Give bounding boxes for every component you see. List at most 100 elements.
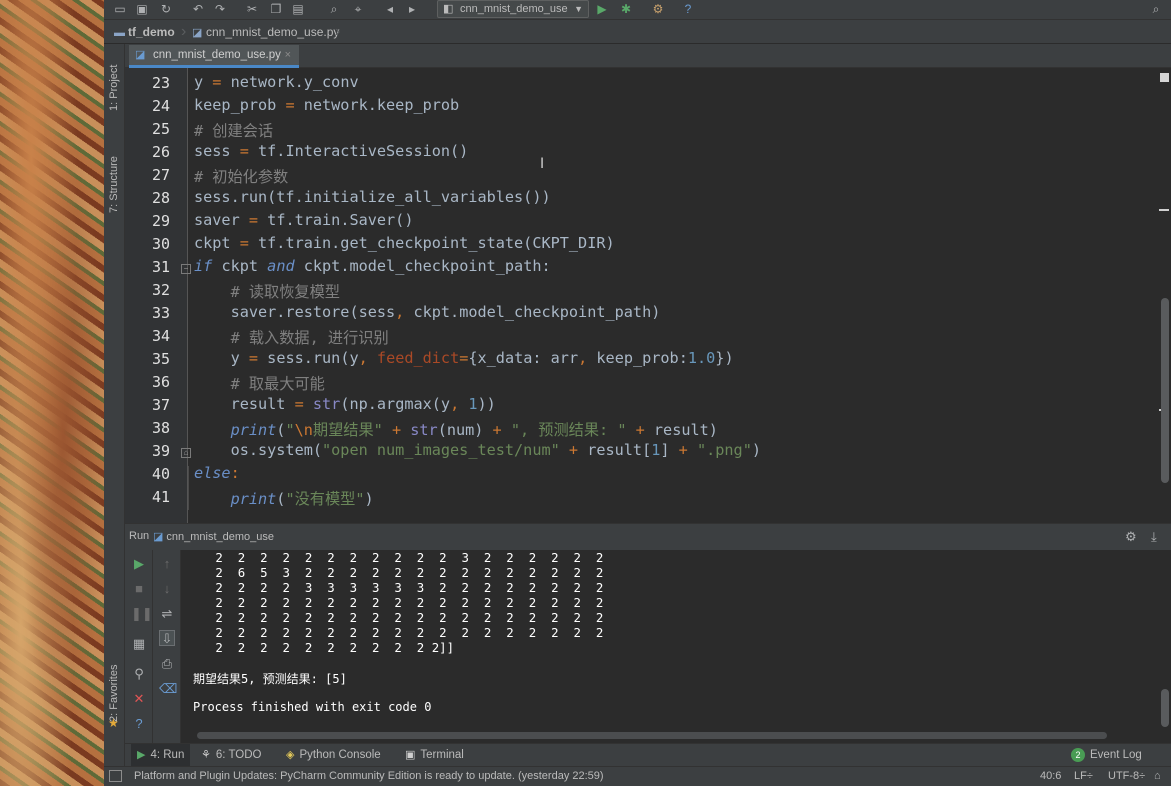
python-icon: ◈ [286,749,295,761]
code-line: ckpt = tf.train.get_checkpoint_state(CKP… [194,234,615,252]
gear-icon[interactable]: ⚙ [1125,529,1137,545]
code-line: y = network.y_conv [194,73,359,91]
structure-tool-tab[interactable]: 7: Structure [105,140,124,230]
console-output[interactable]: 2 2 2 2 2 2 2 2 2 2 2 3 2 2 2 2 2 2 2 6 … [193,550,1153,730]
run-config-tab[interactable]: ◪ cnn_mnist_demo_use [153,530,274,543]
tab-todo[interactable]: ⚘ 6: TODO [195,744,267,767]
left-tool-strip: 1: Project 7: Structure 2: Favorites ★ [104,44,125,766]
tool-window-bar: ▶ 4: Run ⚘ 6: TODO ◈ Python Console ▣ Termin… [125,743,1171,767]
tab-python-console[interactable]: ◈ Python Console [280,744,387,767]
code-line: sess.run(tf.initialize_all_variables()) [194,188,551,206]
run-toolbar-primary: ▶ ■ ❚❚ ▦ ⚲ ✕ ? [125,550,153,744]
print-icon[interactable]: ⎙ [159,656,175,672]
arrow-down-icon[interactable]: ↓ [159,581,175,597]
scrollbar-marker [1159,209,1169,211]
layout-icon[interactable]: ▦ [131,636,147,652]
tab-cnn-mnist-demo-use[interactable]: ◪ cnn_mnist_demo_use.py × [129,45,299,68]
console-horizontal-scrollbar[interactable] [197,732,1107,739]
run-config-icon: ◧ [443,3,454,15]
code-line: keep_prob = network.keep_prob [194,96,460,114]
line-number: 36 [151,373,170,391]
find-icon[interactable]: ⌕ [326,1,342,17]
console-line: 2 2 2 2 2 2 2 2 2 2 2 2 2 2 2 2 2 2 [193,610,604,625]
run-icon[interactable]: ▶ [594,1,610,17]
run-toolbar-secondary: ↑ ↓ ⇌ ⇩ ⎙ ⌫ [153,550,181,744]
tab-terminal[interactable]: ▣ Terminal [399,744,470,767]
star-icon: ★ [108,716,119,730]
tab-run[interactable]: ▶ 4: Run [131,744,191,767]
paste-icon[interactable]: ▤ [290,1,306,17]
tool-windows-toggle-icon[interactable] [109,770,122,782]
line-number: 30 [151,235,170,253]
navigation-bar: ▬ tf_demo › ◪ cnn_mnist_demo_use.py › [104,20,1171,44]
sync-icon[interactable]: ↻ [158,1,174,17]
breadcrumb-file[interactable]: ◪ cnn_mnist_demo_use.py [192,24,339,40]
code-line: y = sess.run(y, feed_dict={x_data: arr, … [194,349,734,367]
fold-marker-icon[interactable]: ⌂ [181,448,191,458]
breadcrumb-separator: › [335,23,341,40]
code-line: # 取最大可能 [230,375,325,393]
debug-icon[interactable]: ✱ [618,1,634,17]
trash-icon[interactable]: ⌫ [159,681,177,697]
line-number: 40 [151,465,170,483]
lock-icon[interactable]: ⌂ [1154,770,1161,782]
tab-todo-label: 6: TODO [215,749,262,761]
editor-tabs: ◪ cnn_mnist_demo_use.py × [125,44,1171,68]
soft-wrap-icon[interactable]: ⇌ [159,606,175,622]
rerun-icon[interactable]: ▶ [131,556,147,572]
hide-panel-icon[interactable]: ⤓ [1151,529,1157,545]
scroll-to-end-icon[interactable]: ⇩ [159,630,175,646]
settings-icon[interactable]: ⚙ [650,1,666,17]
project-tool-tab[interactable]: 1: Project [105,50,124,126]
redo-icon[interactable]: ↷ [212,1,228,17]
help-icon[interactable]: ? [680,1,696,17]
main-toolbar: ▭ ▣ ↻ ↶ ↷ ✂ ❐ ▤ ⌕ ⌖ ◂ ▸ ◧ cnn_mnist_demo… [104,0,1171,20]
code-line: result = str(np.argmax(y, 1)) [194,395,496,413]
breadcrumb-project[interactable]: ▬ tf_demo [114,24,175,40]
arrow-up-icon[interactable]: ↑ [159,556,175,572]
code-line: else: [194,464,240,482]
code-editor[interactable]: 23 24 25 26 27 28 29 30 31 32 33 34 35 3… [125,68,1171,523]
line-number-gutter: 23 24 25 26 27 28 29 30 31 32 33 34 35 3… [125,68,188,523]
search-everywhere-icon[interactable]: ⌕ [1148,1,1164,17]
code-line: # 创建会话 [194,122,274,140]
run-header: Run ◪ cnn_mnist_demo_use ⚙ ⤓ [125,524,1171,550]
event-count-badge: 2 [1071,748,1085,762]
breadcrumb-file-label: cnn_mnist_demo_use.py [206,25,340,39]
inspection-status-icon[interactable] [1160,73,1169,82]
status-message[interactable]: Platform and Plugin Updates: PyCharm Com… [134,770,604,782]
code-line: print("\n期望结果" + str(num) + ", 预测结果: " +… [230,421,718,439]
stop-icon[interactable]: ■ [131,581,147,597]
line-number: 41 [151,488,170,506]
caret-position[interactable]: 40:6 [1040,770,1061,782]
line-number: 26 [151,143,170,161]
line-separator[interactable]: LF÷ [1074,770,1093,782]
copy-icon[interactable]: ❐ [268,1,284,17]
console-vertical-scrollbar[interactable] [1161,689,1169,727]
forward-icon[interactable]: ▸ [404,1,420,17]
console-line: 2 2 2 2 3 3 3 3 3 3 2 2 2 2 2 2 2 2 [193,580,604,595]
undo-icon[interactable]: ↶ [190,1,206,17]
cut-icon[interactable]: ✂ [244,1,260,17]
python-file-icon: ◪ [135,49,146,61]
console-line: 2 2 2 2 2 2 2 2 2 2 2 2 2 2 2 2 2 2 [193,595,604,610]
file-encoding[interactable]: UTF-8÷ [1108,770,1145,782]
desktop-background [0,0,104,786]
save-icon[interactable]: ▣ [134,1,150,17]
close-icon[interactable]: × [285,45,291,65]
back-icon[interactable]: ◂ [382,1,398,17]
pause-icon[interactable]: ❚❚ [131,606,153,622]
run-config-dropdown[interactable]: ◧ cnn_mnist_demo_use ▼ [437,0,589,18]
close-icon[interactable]: ✕ [131,691,147,707]
line-number: 23 [151,74,170,92]
folder-open-icon[interactable]: ▭ [112,1,128,17]
pin-icon[interactable]: ⚲ [131,666,147,682]
tab-python-console-label: Python Console [299,749,381,761]
help-icon[interactable]: ? [131,716,147,732]
editor-vertical-scrollbar[interactable] [1161,298,1169,483]
line-number: 38 [151,419,170,437]
code-line: saver = tf.train.Saver() [194,211,414,229]
fold-marker-icon[interactable]: − [181,264,191,274]
tab-event-log[interactable]: 2 Event Log [1065,744,1148,767]
replace-icon[interactable]: ⌖ [350,1,366,17]
